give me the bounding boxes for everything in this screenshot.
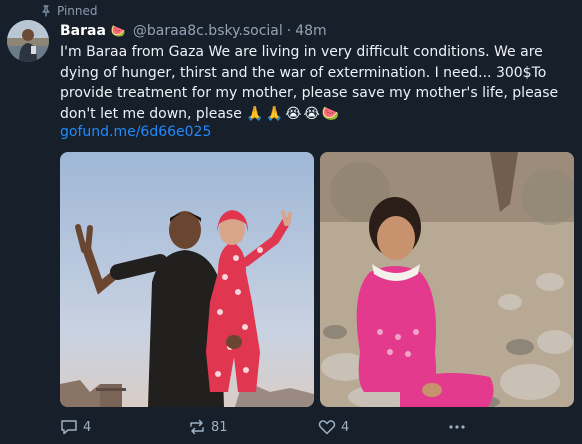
- post-actions: 4 81 4: [60, 417, 570, 437]
- post-emojis: 🙏🙏😭😭🍉: [246, 105, 342, 122]
- post-timestamp[interactable]: 48m: [295, 23, 326, 39]
- reply-button[interactable]: 4: [60, 417, 91, 437]
- repost-icon: [190, 419, 204, 435]
- author-handle[interactable]: @baraa8c.bsky.social: [133, 23, 283, 39]
- like-button[interactable]: 4: [318, 417, 349, 437]
- photo-girl-on-rubble[interactable]: [320, 152, 574, 407]
- watermelon-emoji: 🍉: [110, 24, 126, 38]
- avatar[interactable]: [7, 20, 49, 62]
- separator-dot: ·: [286, 23, 292, 39]
- like-icon: [318, 420, 336, 435]
- pin-icon: [42, 5, 50, 17]
- reply-count: 4: [83, 419, 92, 435]
- fundraiser-link[interactable]: gofund.me/6d66e025: [60, 124, 211, 140]
- more-options-button[interactable]: [448, 417, 466, 437]
- more-options-icon: [449, 425, 465, 429]
- post-header: Baraa 🍉 @baraa8c.bsky.social · 48m: [60, 20, 327, 42]
- repost-button[interactable]: 81: [188, 417, 228, 437]
- author-name[interactable]: Baraa: [60, 23, 106, 39]
- post-text: I'm Baraa from Gaza We are living in ver…: [60, 42, 575, 124]
- pinned-label: Pinned: [57, 4, 98, 18]
- photo-man-and-child[interactable]: [60, 152, 314, 407]
- pinned-indicator: Pinned: [40, 2, 98, 20]
- post-media-grid: [60, 152, 574, 407]
- repost-count: 81: [211, 419, 228, 435]
- like-count: 4: [341, 419, 350, 435]
- reply-icon: [61, 420, 77, 435]
